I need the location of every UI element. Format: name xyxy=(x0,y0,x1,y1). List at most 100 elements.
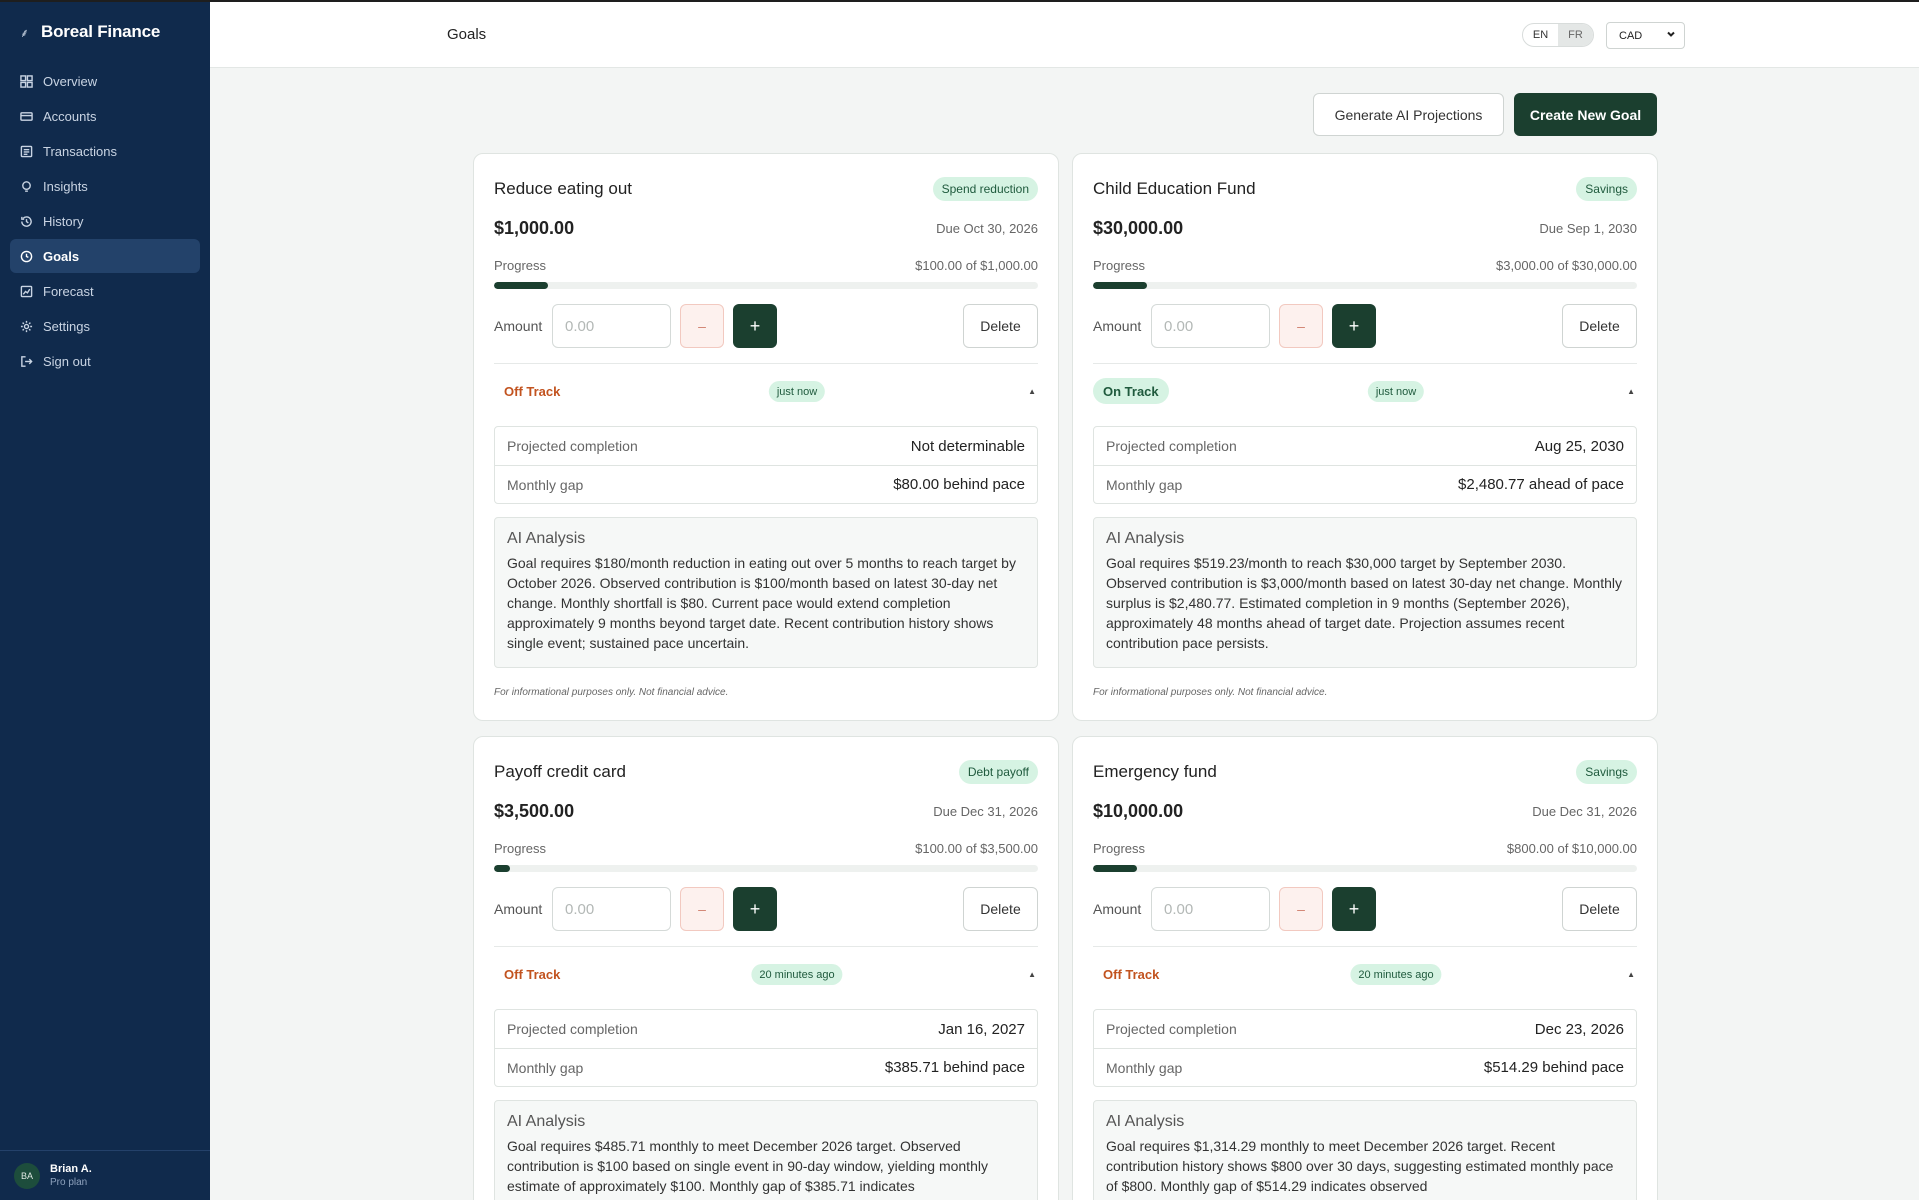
projected-completion-value: Not determinable xyxy=(910,437,1025,455)
sidebar-item-overview[interactable]: Overview xyxy=(10,64,200,98)
window-top-edge xyxy=(0,0,1919,2)
projection-metrics: Projected completion Jan 16, 2027 Monthl… xyxy=(494,1009,1038,1087)
projection-metrics: Projected completion Not determinable Mo… xyxy=(494,426,1038,504)
progress-bar xyxy=(1093,282,1637,289)
delete-goal-button[interactable]: Delete xyxy=(1562,887,1637,931)
goal-due-date: Due Dec 31, 2026 xyxy=(1532,803,1637,819)
collapse-caret-icon[interactable]: ▲ xyxy=(1028,970,1036,979)
ai-analysis-text: Goal requires $180/month reduction in ea… xyxy=(507,555,1016,651)
projected-completion-label: Projected completion xyxy=(1106,1021,1237,1037)
delete-goal-button[interactable]: Delete xyxy=(963,304,1038,348)
goal-card: Reduce eating out Spend reduction $1,000… xyxy=(473,153,1059,721)
monthly-gap-row: Monthly gap $2,480.77 ahead of pace xyxy=(1094,465,1636,503)
divider xyxy=(1093,363,1637,364)
create-new-goal-button[interactable]: Create New Goal xyxy=(1514,93,1657,136)
increase-button[interactable]: + xyxy=(733,887,777,931)
amount-input[interactable] xyxy=(552,887,671,931)
sidebar-item-label: Overview xyxy=(43,73,98,89)
amount-input[interactable] xyxy=(1151,304,1270,348)
lang-fr-button[interactable]: FR xyxy=(1558,24,1593,46)
progress-value: $3,000.00 of $30,000.00 xyxy=(1496,257,1637,273)
goal-type-badge: Savings xyxy=(1576,760,1637,784)
increase-button[interactable]: + xyxy=(1332,304,1376,348)
projected-completion-label: Projected completion xyxy=(507,1021,638,1037)
currency-select[interactable]: CAD xyxy=(1606,22,1685,49)
sidebar-item-history[interactable]: History xyxy=(10,204,200,238)
monthly-gap-value: $385.71 behind pace xyxy=(884,1059,1025,1076)
goal-type-badge: Debt payoff xyxy=(958,760,1038,784)
goal-card: Emergency fund Savings $10,000.00 Due De… xyxy=(1072,736,1658,1200)
monthly-gap-label: Monthly gap xyxy=(1106,476,1183,493)
top-header: Goals EN FR CAD xyxy=(210,2,1919,68)
brand: ⸙ Boreal Finance xyxy=(0,0,210,64)
progress-label: Progress xyxy=(1093,840,1146,856)
avatar: BA xyxy=(14,1162,40,1189)
delete-goal-button[interactable]: Delete xyxy=(963,887,1038,931)
user-profile[interactable]: BA Brian A. Pro plan xyxy=(0,1150,210,1200)
delete-goal-button[interactable]: Delete xyxy=(1562,304,1637,348)
sidebar-item-insights[interactable]: Insights xyxy=(10,169,200,203)
decrease-button[interactable]: – xyxy=(1279,304,1323,348)
ai-analysis-panel: AI Analysis Goal requires $1,314.29 mont… xyxy=(1093,1100,1637,1200)
decrease-button[interactable]: – xyxy=(680,304,724,348)
sidebar-item-transactions[interactable]: Transactions xyxy=(10,134,200,168)
goal-card: Child Education Fund Savings $30,000.00 … xyxy=(1072,153,1658,721)
projected-completion-value: Aug 25, 2030 xyxy=(1534,437,1624,455)
projected-completion-value: Jan 16, 2027 xyxy=(938,1020,1025,1038)
ai-analysis-heading: AI Analysis xyxy=(507,1113,586,1130)
ai-analysis-panel: AI Analysis Goal requires $519.23/month … xyxy=(1093,517,1637,668)
currency-value: CAD xyxy=(1619,29,1643,42)
amount-input[interactable] xyxy=(1151,887,1270,931)
monthly-gap-label: Monthly gap xyxy=(507,1059,584,1076)
user-plan: Pro plan xyxy=(50,1177,88,1188)
ai-analysis-text: Goal requires $519.23/month to reach $30… xyxy=(1106,555,1622,651)
sidebar-item-accounts[interactable]: Accounts xyxy=(10,99,200,133)
monthly-gap-value: $80.00 behind pace xyxy=(893,476,1025,493)
goal-amount: $30,000.00 xyxy=(1093,217,1184,238)
increase-button[interactable]: + xyxy=(1332,887,1376,931)
ai-analysis-text: Goal requires $485.71 monthly to meet De… xyxy=(507,1138,988,1194)
updated-time-badge: just now xyxy=(768,381,826,402)
decrease-button[interactable]: – xyxy=(680,887,724,931)
status-badge: Off Track xyxy=(504,966,561,982)
collapse-caret-icon[interactable]: ▲ xyxy=(1028,387,1036,396)
progress-label: Progress xyxy=(494,840,547,856)
ai-analysis-panel: AI Analysis Goal requires $180/month red… xyxy=(494,517,1038,668)
goal-type-badge: Savings xyxy=(1576,177,1637,201)
monthly-gap-value: $2,480.77 ahead of pace xyxy=(1458,476,1624,493)
monthly-gap-label: Monthly gap xyxy=(1106,1059,1183,1076)
amount-input[interactable] xyxy=(552,304,671,348)
increase-button[interactable]: + xyxy=(733,304,777,348)
divider xyxy=(1093,946,1637,947)
sidebar-item-goals[interactable]: Goals xyxy=(10,239,200,273)
sidebar-item-label: History xyxy=(43,213,84,229)
amount-label: Amount xyxy=(494,318,543,334)
goal-title: Child Education Fund xyxy=(1093,179,1256,198)
decrease-button[interactable]: – xyxy=(1279,887,1323,931)
amount-label: Amount xyxy=(1093,901,1142,917)
tree-logo-icon: ⸙ xyxy=(20,25,30,40)
projected-completion-row: Projected completion Aug 25, 2030 xyxy=(1094,427,1636,465)
collapse-caret-icon[interactable]: ▲ xyxy=(1627,970,1635,979)
generate-ai-projections-button[interactable]: Generate AI Projections xyxy=(1313,93,1504,136)
signout-icon xyxy=(20,355,33,368)
lang-en-button[interactable]: EN xyxy=(1523,24,1558,46)
progress-bar xyxy=(1093,865,1637,872)
goal-due-date: Due Oct 30, 2026 xyxy=(936,220,1038,236)
collapse-caret-icon[interactable]: ▲ xyxy=(1627,387,1635,396)
goal-type-badge: Spend reduction xyxy=(932,177,1038,201)
monthly-gap-label: Monthly gap xyxy=(507,476,584,493)
ai-analysis-text: Goal requires $1,314.29 monthly to meet … xyxy=(1106,1138,1614,1194)
ai-analysis-heading: AI Analysis xyxy=(1106,1113,1185,1130)
list-icon xyxy=(20,145,33,158)
progress-fill xyxy=(1093,865,1137,872)
sidebar: ⸙ Boreal Finance Overview Accounts Trans… xyxy=(0,0,210,1200)
amount-label: Amount xyxy=(1093,318,1142,334)
projection-metrics: Projected completion Dec 23, 2026 Monthl… xyxy=(1093,1009,1637,1087)
sidebar-item-sign-out[interactable]: Sign out xyxy=(10,344,200,378)
sidebar-item-label: Goals xyxy=(43,248,80,264)
sidebar-item-forecast[interactable]: Forecast xyxy=(10,274,200,308)
projected-completion-row: Projected completion Dec 23, 2026 xyxy=(1094,1010,1636,1048)
sidebar-item-settings[interactable]: Settings xyxy=(10,309,200,343)
ai-analysis-heading: AI Analysis xyxy=(1106,530,1185,547)
